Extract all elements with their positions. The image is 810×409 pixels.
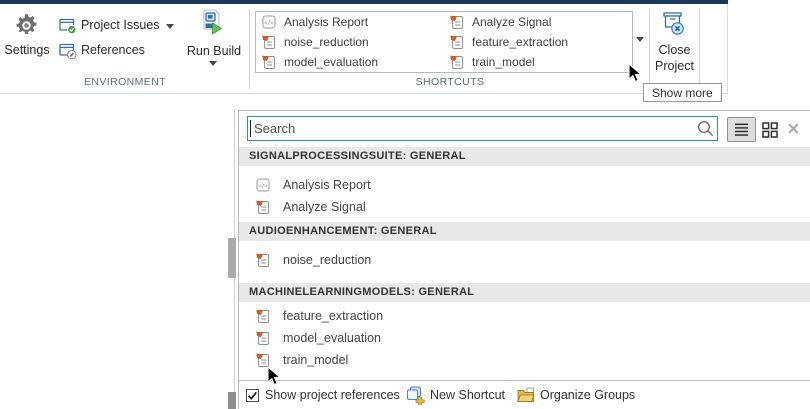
toolstrip-ribbon: Settings Project Issues References Run B… <box>0 4 728 94</box>
list-item-train-model[interactable]: train_model <box>239 349 810 371</box>
close-project-label-line1: Close <box>651 43 698 57</box>
organize-groups-label: Organize Groups <box>540 388 635 402</box>
settings-label: Settings <box>1 43 53 57</box>
grid-view-button[interactable] <box>760 120 779 139</box>
list-item-label: feature_extraction <box>283 309 383 323</box>
shortcut-label: noise_reduction <box>284 35 369 49</box>
list-item-label: Analyze Signal <box>283 200 366 214</box>
list-item-label: train_model <box>283 353 348 367</box>
new-shortcut-button[interactable]: New Shortcut <box>406 385 505 405</box>
shortcut-feature-extraction[interactable]: feature_extraction <box>444 32 632 52</box>
project-issues-icon <box>59 17 77 35</box>
report-icon <box>256 178 270 192</box>
list-item-analysis-report[interactable]: Analysis Report <box>239 174 810 196</box>
list-item-noise-reduction[interactable]: noise_reduction <box>239 249 810 271</box>
environment-group-label: ENVIRONMENT <box>0 76 250 88</box>
run-build-button[interactable]: Run Build <box>186 6 242 72</box>
list-item-feature-extraction[interactable]: feature_extraction <box>239 305 810 327</box>
shortcut-label: train_model <box>472 55 535 69</box>
list-item-label: model_evaluation <box>283 331 381 345</box>
show-more-arrow-icon <box>636 37 644 42</box>
script-icon <box>450 15 464 29</box>
list-item-label: Analysis Report <box>283 178 371 192</box>
project-issues-dropdown-icon[interactable] <box>166 24 174 29</box>
shortcut-train-model[interactable]: train_model <box>444 52 632 72</box>
mouse-cursor <box>628 63 642 83</box>
section-header: SIGNALPROCESSINGSUITE: GENERAL <box>239 147 810 166</box>
new-shortcut-label: New Shortcut <box>430 388 505 402</box>
shortcut-label: model_evaluation <box>284 55 378 69</box>
mouse-cursor <box>267 366 281 386</box>
references-label: References <box>81 43 145 57</box>
run-build-dropdown-icon[interactable] <box>209 61 217 66</box>
shortcut-model-evaluation[interactable]: model_evaluation <box>256 52 444 72</box>
close-project-label-line2: Project <box>651 59 698 73</box>
new-shortcut-icon <box>406 386 425 405</box>
script-icon <box>262 55 276 69</box>
show-more-tooltip: Show more <box>643 83 722 102</box>
text-caret <box>250 120 251 137</box>
footer-divider <box>239 380 810 381</box>
shortcuts-group: Analysis Report noise_reduction model_ev… <box>250 4 650 93</box>
script-icon <box>256 253 270 267</box>
list-item-analyze-signal[interactable]: Analyze Signal <box>239 196 810 218</box>
shortcut-analyze-signal[interactable]: Analyze Signal <box>444 12 632 32</box>
environment-group: Settings Project Issues References Run B… <box>0 4 250 93</box>
list-view-icon <box>734 122 749 137</box>
panel-scrollbar-end[interactable] <box>228 392 236 409</box>
search-icon <box>697 120 714 137</box>
organize-groups-button[interactable]: Organize Groups <box>517 385 635 405</box>
run-build-icon <box>202 9 222 37</box>
references-icon <box>59 42 77 60</box>
shortcut-analysis-report[interactable]: Analysis Report <box>256 12 444 32</box>
group-divider <box>699 9 700 89</box>
panel-scrollbar-thumb[interactable] <box>228 238 236 278</box>
shortcut-label: feature_extraction <box>472 35 568 49</box>
project-issues-button[interactable]: Project Issues <box>57 15 179 37</box>
close-panel-icon[interactable] <box>787 122 800 135</box>
list-item-label: noise_reduction <box>283 253 371 267</box>
checkbox-checked[interactable] <box>246 389 259 402</box>
checkmark-icon <box>247 390 258 401</box>
organize-groups-icon <box>517 387 535 403</box>
search-input[interactable] <box>247 116 718 141</box>
shortcuts-gallery: Analysis Report noise_reduction model_ev… <box>255 11 633 73</box>
shortcuts-group-label: SHORTCUTS <box>250 76 650 88</box>
script-icon <box>450 35 464 49</box>
section-header: AUDIOENHANCEMENT: GENERAL <box>239 222 810 241</box>
show-project-references-toggle[interactable]: Show project references <box>246 385 400 405</box>
shortcuts-panel: SIGNALPROCESSINGSUITE: GENERAL Analysis … <box>238 110 810 409</box>
show-project-references-label: Show project references <box>265 388 400 402</box>
script-icon <box>256 353 270 367</box>
close-project-icon <box>661 9 685 37</box>
settings-button[interactable]: Settings <box>1 8 53 60</box>
script-icon <box>450 55 464 69</box>
report-icon <box>262 15 276 29</box>
gear-icon <box>13 12 40 39</box>
section-header: MACHINELEARNINGMODELS: GENERAL <box>239 283 810 302</box>
list-view-button[interactable] <box>727 117 756 142</box>
grid-view-icon <box>762 122 778 138</box>
shortcut-label: Analyze Signal <box>472 15 551 29</box>
close-project-group: Close Project <box>650 4 728 93</box>
script-icon <box>256 309 270 323</box>
close-project-button[interactable]: Close Project <box>651 6 698 78</box>
script-icon <box>256 200 270 214</box>
shortcut-label: Analysis Report <box>284 15 368 29</box>
screen: Settings Project Issues References Run B… <box>0 0 810 409</box>
script-icon <box>262 35 276 49</box>
project-issues-label: Project Issues <box>81 18 160 32</box>
references-button[interactable]: References <box>57 40 179 62</box>
script-icon <box>256 331 270 345</box>
shortcut-noise-reduction[interactable]: noise_reduction <box>256 32 444 52</box>
list-item-model-evaluation[interactable]: model_evaluation <box>239 327 810 349</box>
run-build-label: Run Build <box>186 44 242 58</box>
